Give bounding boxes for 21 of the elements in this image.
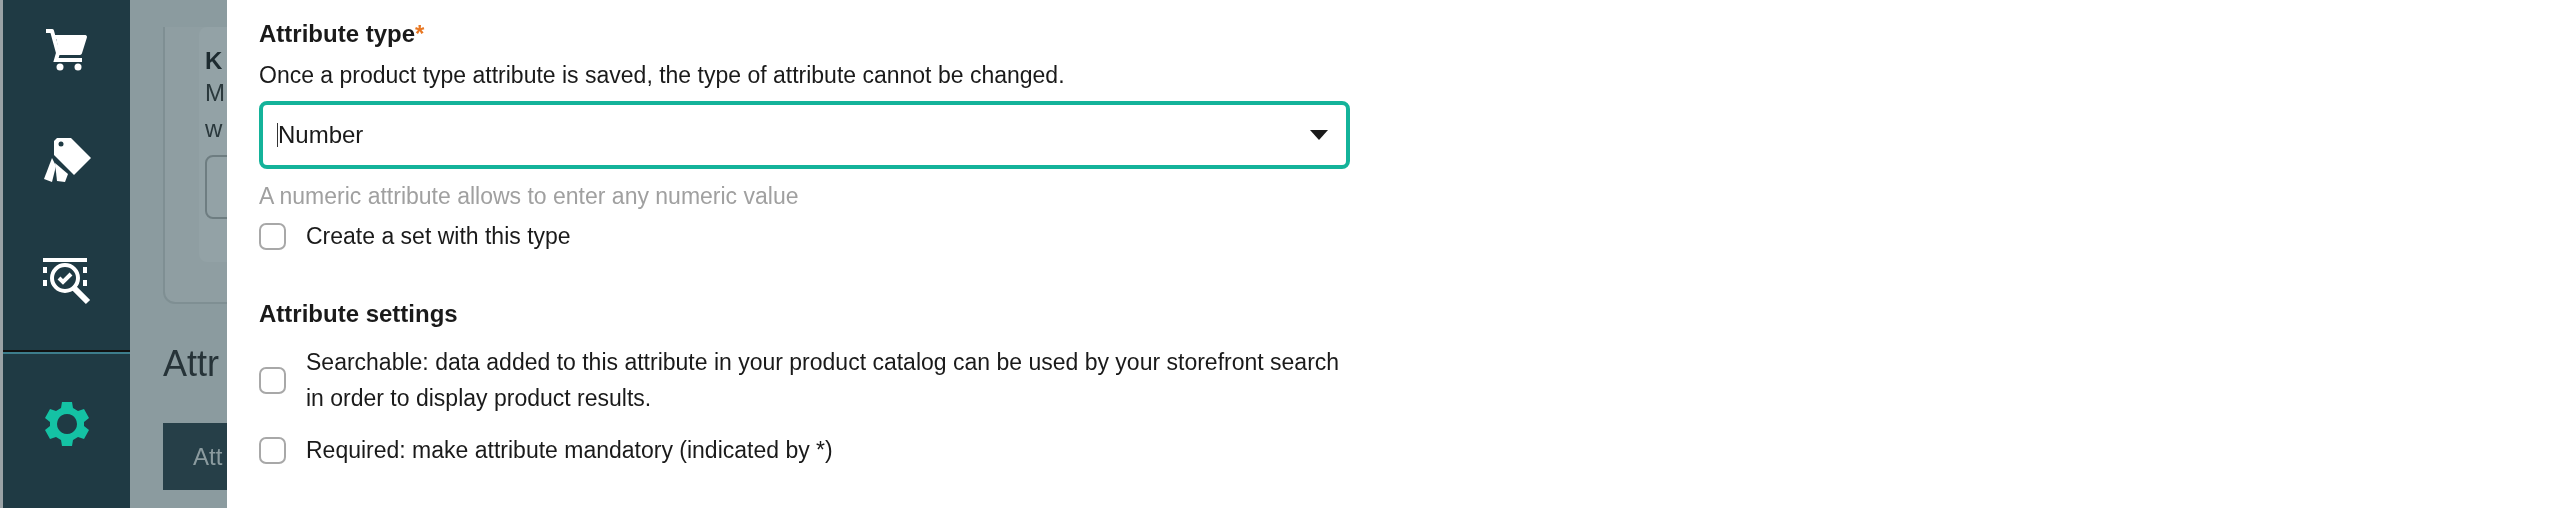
checkbox-label: Searchable: data added to this attribute in your product catalog can be used by your storefront search in order to display product results. xyxy=(306,348,1341,413)
card-title: K xyxy=(205,47,223,75)
card-text: M xyxy=(205,78,225,108)
section-title: Attribute settings xyxy=(259,300,459,328)
required-mark: * xyxy=(415,20,425,48)
field-label: Attribute type xyxy=(259,20,415,48)
checkbox-label: Create a set with this type xyxy=(306,222,571,251)
caret-icon xyxy=(1310,130,1328,140)
checkbox[interactable] xyxy=(259,222,286,250)
field-hint: A numeric attribute allows to enter any numeric value xyxy=(259,183,800,210)
checkbox[interactable] xyxy=(259,366,286,394)
field-description: Once a product type attribute is saved, the type of attribute cannot be changed. xyxy=(259,62,1066,89)
tab-button[interactable]: Att xyxy=(163,423,227,490)
checkbox[interactable] xyxy=(259,436,286,464)
page-heading: Attr xyxy=(163,343,219,385)
card-text: w xyxy=(205,114,223,144)
cart-icon xyxy=(43,27,90,73)
tags-icon xyxy=(42,138,91,184)
settings-icon xyxy=(42,400,91,448)
checkbox-label: Required: make attribute mandatory (indicated by *) xyxy=(306,436,833,465)
type-select[interactable]: Number xyxy=(259,101,1350,169)
